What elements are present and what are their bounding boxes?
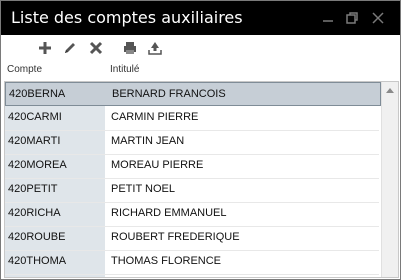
export-icon[interactable] [147,40,163,56]
vertical-scrollbar[interactable] [381,82,398,277]
cell-compte: 420MOREA [8,159,67,171]
cell-compte: 420ROUBE [8,231,66,243]
cell-intitule: PETIT NOEL [111,183,175,195]
toolbar [1,35,400,61]
print-icon[interactable] [122,40,138,56]
add-icon[interactable] [37,40,53,56]
minimize-icon[interactable] [321,11,335,25]
table-row[interactable]: 420ROUBE ROUBERT FREDERIQUE [5,226,379,251]
cell-compte: 420CARMI [8,111,62,123]
close-icon[interactable] [371,11,385,25]
column-header-compte[interactable]: Compte [7,64,42,75]
cell-compte: 420BERNA [9,88,66,100]
title-bar[interactable]: Liste des comptes auxiliaires [1,1,400,35]
column-headers: Compte Intitulé [1,61,400,81]
accounts-window: Liste des comptes auxiliaires Compte Int… [0,0,401,280]
accounts-list[interactable]: 420BERNA BERNARD FRANCOIS 420CARMI CARMI… [4,81,399,278]
table-row[interactable]: 420BERNA BERNARD FRANCOIS [5,82,381,106]
restore-icon[interactable] [345,11,359,25]
cell-intitule: BERNARD FRANCOIS [112,88,226,100]
cell-compte: 420MARTI [8,135,61,147]
cell-intitule: THOMAS FLORENCE [111,255,222,267]
table-row[interactable]: 420PETIT PETIT NOEL [5,178,379,203]
table-row[interactable]: 420THOMA THOMAS FLORENCE [5,250,379,275]
table-row[interactable]: 420RICHA RICHARD EMMANUEL [5,202,379,227]
cell-intitule: CARMIN PIERRE [111,111,199,123]
cell-compte: 420RICHA [8,207,61,219]
column-header-intitule[interactable]: Intitulé [110,64,139,75]
scroll-up-icon[interactable] [386,88,394,93]
cell-intitule: RICHARD EMMANUEL [111,207,227,219]
table-row[interactable]: 420CARMI CARMIN PIERRE [5,106,379,131]
window-title: Liste des comptes auxiliaires [11,8,243,27]
cell-intitule: MOREAU PIERRE [111,159,204,171]
cell-intitule: ROUBERT FREDERIQUE [111,231,240,243]
cell-intitule: MARTIN JEAN [111,135,185,147]
cell-compte: 420PETIT [8,183,58,195]
table-row[interactable]: 420MARTI MARTIN JEAN [5,130,379,155]
delete-icon[interactable] [88,40,104,56]
edit-icon[interactable] [62,40,78,56]
cell-compte: 420THOMA [8,255,67,267]
table-row[interactable]: 420MOREA MOREAU PIERRE [5,154,379,179]
